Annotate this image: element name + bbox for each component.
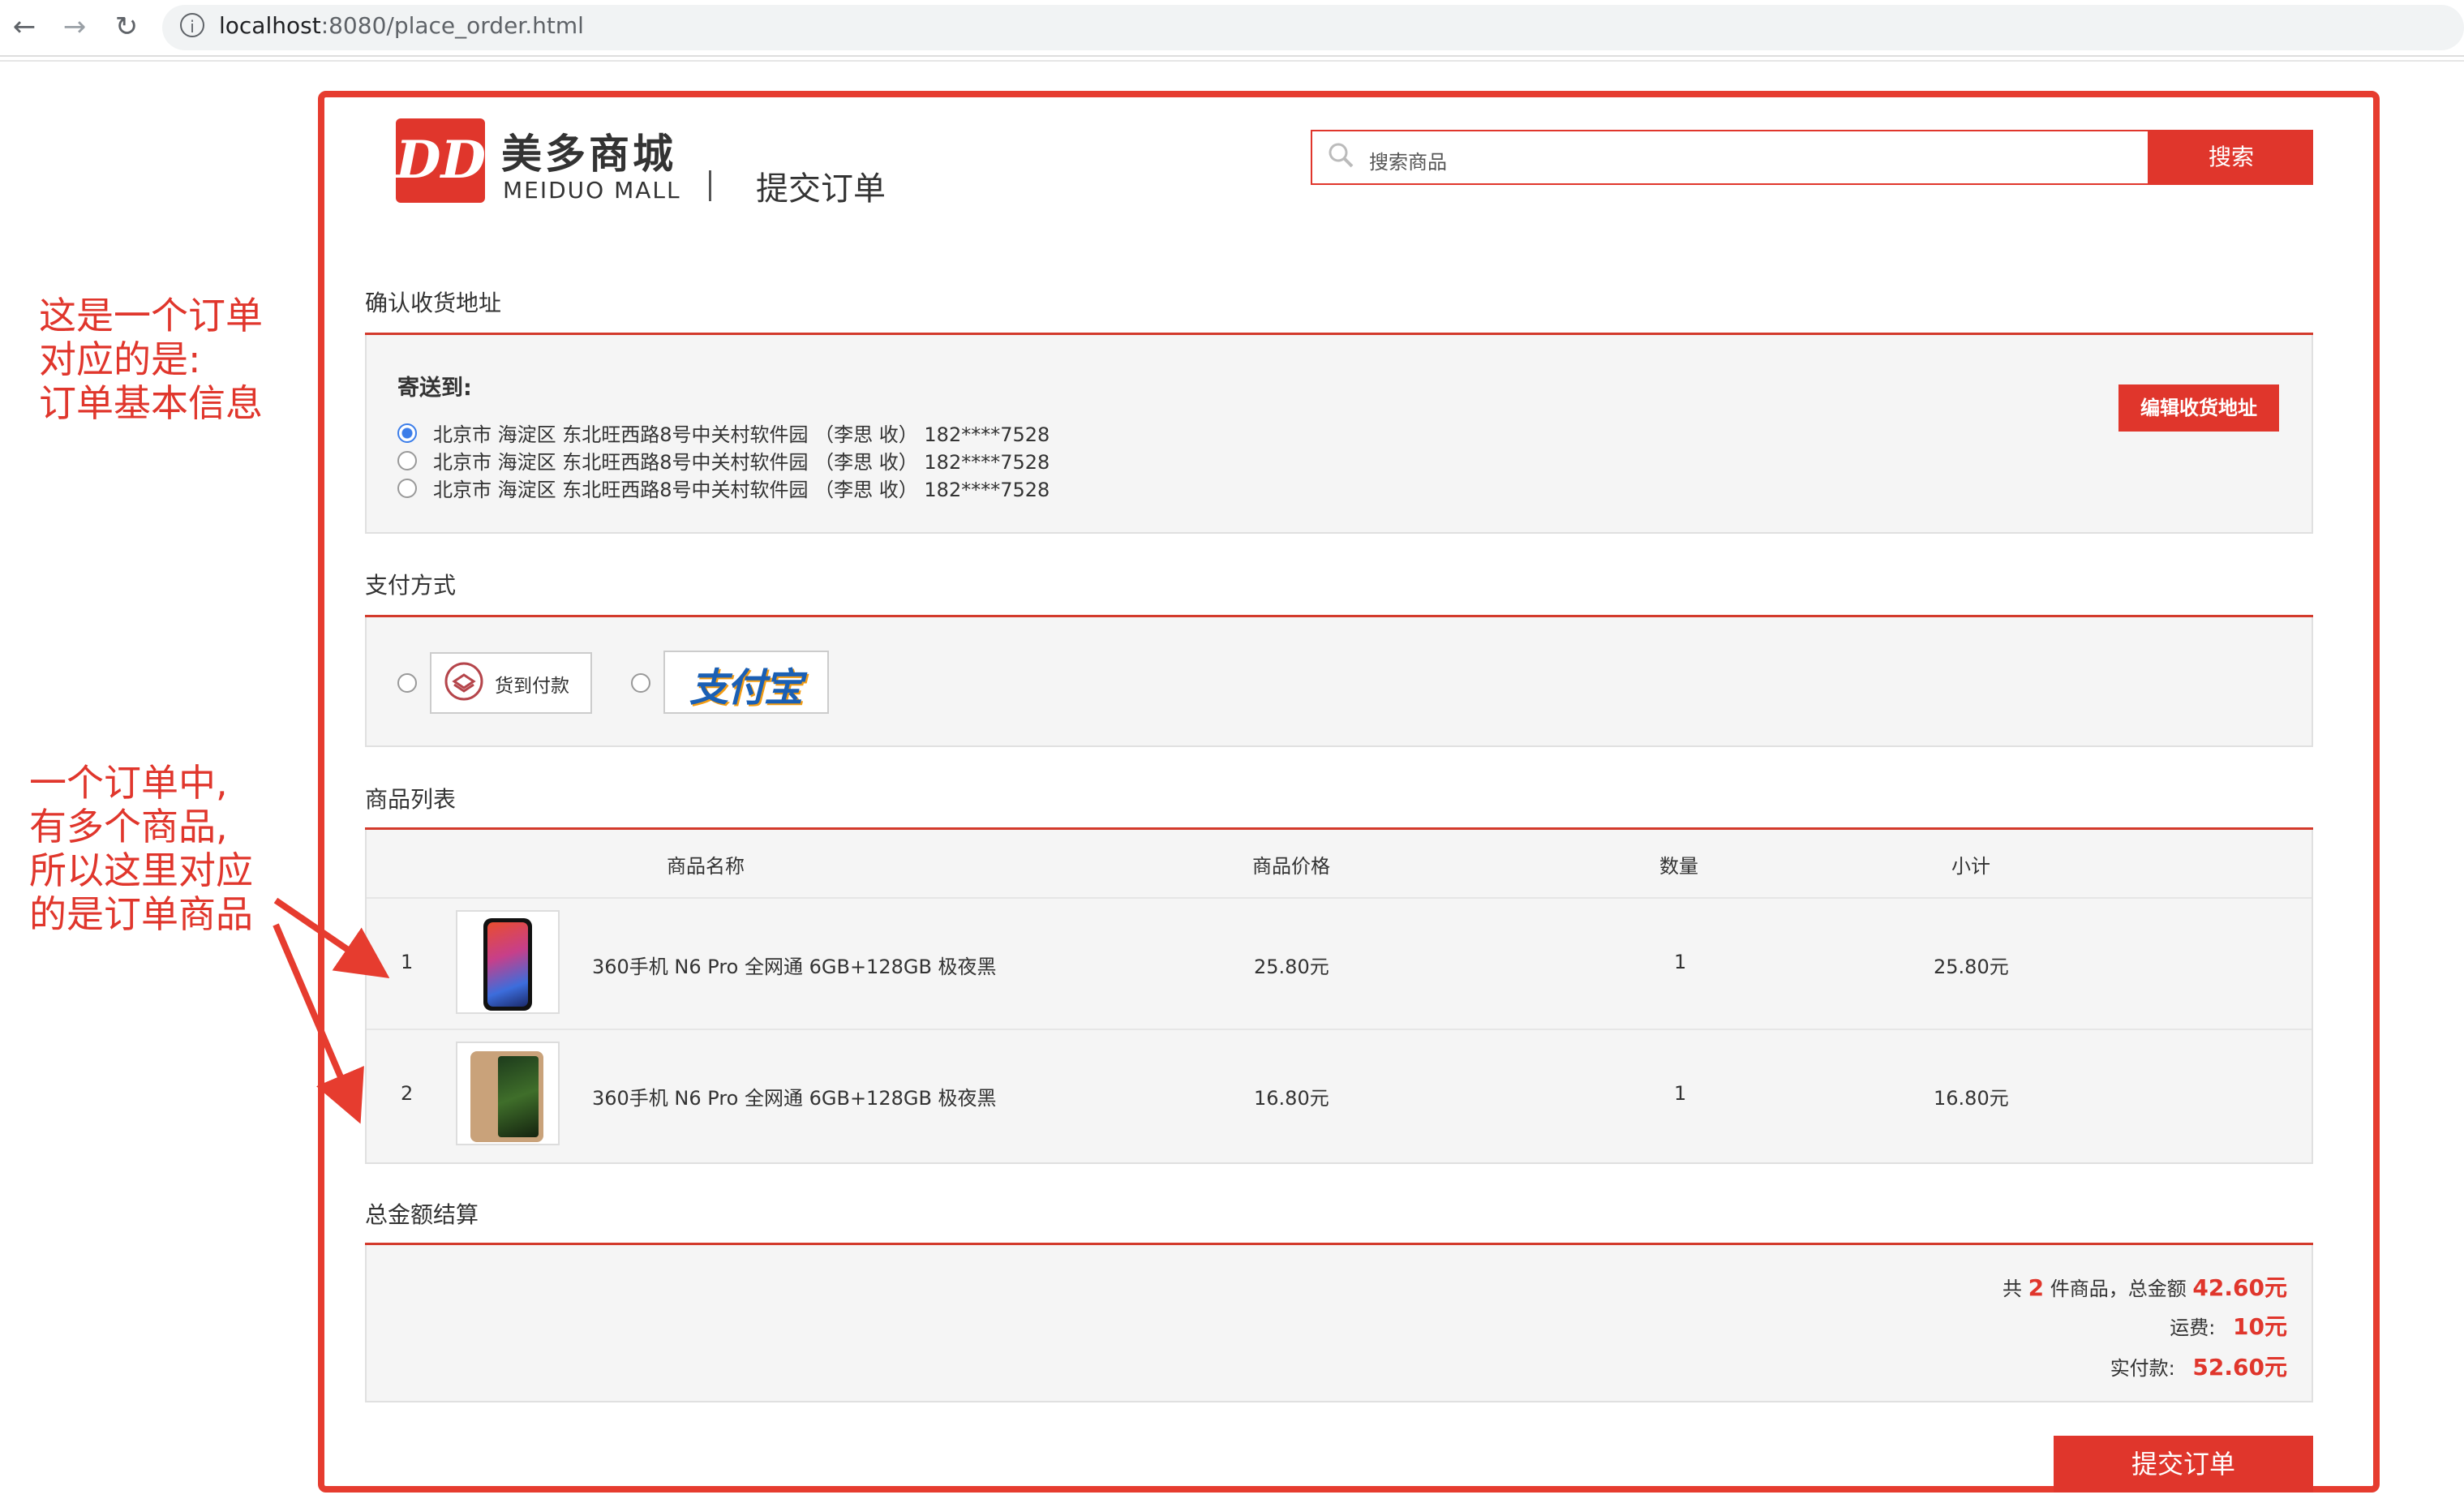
goods-count: 2 — [2028, 1274, 2045, 1301]
annotation-line: 订单基本信息 — [39, 381, 263, 425]
row-index: 1 — [401, 951, 414, 973]
header-row-divider — [367, 897, 2312, 899]
phone-image — [470, 1051, 543, 1142]
submit-order-button[interactable]: 提交订单 — [2054, 1436, 2313, 1493]
search-button[interactable]: 搜索 — [2149, 130, 2313, 185]
total-amount: 42.60元 — [2192, 1274, 2287, 1301]
product-price: 16.80元 — [1254, 1087, 1329, 1110]
logo-mark[interactable]: DD — [396, 118, 486, 203]
product-name[interactable]: 360手机 N6 Pro 全网通 6GB+128GB 极夜黑 — [592, 951, 997, 979]
column-header-subtotal: 小计 — [1951, 855, 1990, 878]
address-radio-2[interactable] — [397, 451, 417, 470]
header-divider — [709, 170, 711, 201]
arrow-right-icon[interactable]: → — [58, 8, 91, 45]
annotation-line: 对应的是: — [39, 337, 201, 381]
url-path: :8080/place_order.html — [320, 12, 584, 39]
payable-amount: 52.60元 — [2192, 1354, 2287, 1381]
payment-section-title: 支付方式 — [365, 572, 457, 599]
address-radio-1[interactable] — [397, 423, 417, 443]
payable-line: 实付款: 52.60元 — [2110, 1350, 2287, 1382]
annotation-arrows — [273, 897, 389, 1124]
url-host: localhost — [219, 12, 321, 39]
annotation-arrow-2 — [273, 923, 364, 1124]
annotation-line: 这是一个订单 — [39, 294, 263, 337]
count-prefix: 共 — [2003, 1278, 2023, 1300]
product-subtotal: 25.80元 — [1934, 956, 2009, 978]
row-index: 2 — [401, 1082, 414, 1105]
column-header-price: 商品价格 — [1252, 855, 1330, 878]
product-subtotal: 16.80元 — [1934, 1087, 2009, 1110]
payment-box — [365, 617, 2313, 747]
annotation-line: 的是订单商品 — [29, 892, 253, 936]
address-option-3[interactable]: 北京市 海淀区 东北旺西路8号中关村软件园 （李思 收） 182****7528 — [433, 474, 1050, 502]
ship-to-label: 寄送到: — [397, 376, 472, 401]
column-header-name: 商品名称 — [667, 855, 745, 878]
edit-address-button[interactable]: 编辑收货地址 — [2118, 384, 2279, 432]
url-text[interactable]: localhost:8080/place_order.html — [219, 10, 584, 42]
payment-radio-cod[interactable] — [397, 673, 417, 693]
annotation-line: 一个订单中, — [29, 761, 228, 805]
reload-icon[interactable]: ↻ — [110, 8, 143, 45]
product-name[interactable]: 360手机 N6 Pro 全网通 6GB+128GB 极夜黑 — [592, 1082, 997, 1110]
toolbar-divider — [0, 60, 2464, 62]
count-suffix: 件商品，总金额 — [2050, 1278, 2187, 1300]
payable-label: 实付款: — [2110, 1357, 2175, 1380]
info-icon[interactable]: i — [180, 13, 204, 37]
totals-section-title: 总金额结算 — [365, 1201, 479, 1228]
search-placeholder: 搜索商品 — [1369, 151, 1447, 174]
page-title: 提交订单 — [756, 170, 886, 208]
address-radio-3[interactable] — [397, 479, 417, 498]
goods-section-title: 商品列表 — [365, 786, 457, 813]
goods-summary: 共 2 件商品，总金额 42.60元 — [2003, 1270, 2287, 1303]
product-qty: 1 — [1674, 951, 1687, 973]
logo-chinese: 美多商城 — [501, 131, 676, 178]
freight-label: 运费: — [2170, 1316, 2216, 1339]
search-icon — [1329, 143, 1354, 168]
phone-image — [483, 918, 532, 1011]
logo-english: MEIDUO MALL — [503, 177, 681, 204]
address-option-2[interactable]: 北京市 海淀区 东北旺西路8号中关村软件园 （李思 收） 182****7528 — [433, 446, 1050, 475]
cod-icon — [444, 662, 483, 701]
totals-box — [365, 1245, 2313, 1402]
goods-table — [365, 830, 2313, 1164]
address-section-title: 确认收货地址 — [365, 290, 502, 316]
arrow-left-icon[interactable]: ← — [8, 8, 41, 45]
alipay-logo: 支付宝 — [689, 665, 803, 711]
annotation-note-order-info: 这是一个订单 对应的是: 订单基本信息 — [39, 294, 263, 425]
product-qty: 1 — [1674, 1082, 1687, 1105]
product-price: 25.80元 — [1254, 956, 1329, 978]
annotation-line: 有多个商品, — [29, 805, 228, 848]
freight-line: 运费: 10元 — [2170, 1309, 2287, 1342]
annotation-line: 所以这里对应 — [29, 848, 253, 892]
annotation-note-order-goods: 一个订单中, 有多个商品, 所以这里对应 的是订单商品 — [29, 761, 253, 936]
payment-radio-alipay[interactable] — [631, 673, 650, 693]
column-header-qty: 数量 — [1659, 855, 1698, 878]
cod-label: 货到付款 — [495, 676, 569, 697]
address-option-1[interactable]: 北京市 海淀区 东北旺西路8号中关村软件园 （李思 收） 182****7528 — [433, 419, 1050, 447]
freight-amount: 10元 — [2233, 1313, 2287, 1340]
row-divider — [367, 1029, 2312, 1030]
